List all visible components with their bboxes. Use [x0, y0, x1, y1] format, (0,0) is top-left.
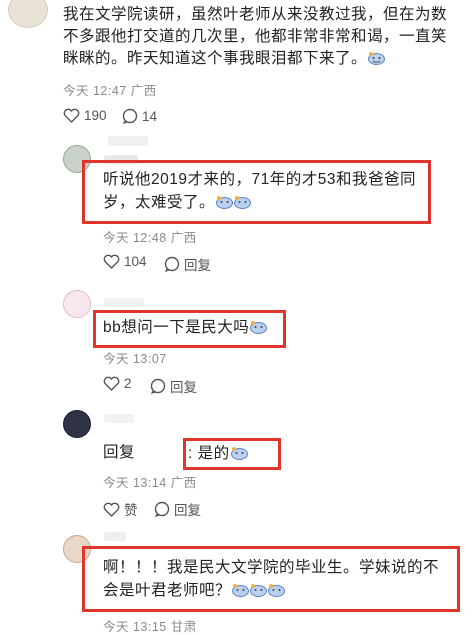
reply-text: 啊！！！我是民大文学院的毕业生。学妹说的不会是叶君老师吧？	[103, 559, 440, 599]
reply-label: 回复	[170, 380, 197, 395]
comment-icon	[122, 108, 138, 124]
reply-meta: 今天 13:14 广西	[103, 476, 197, 490]
emoji-icon	[250, 318, 268, 334]
reply-prefix: 回复	[103, 444, 136, 461]
comment-meta: 今天 12:47 广西	[63, 84, 157, 98]
username[interactable]	[104, 532, 126, 541]
heart-icon	[103, 502, 120, 517]
comment-icon	[154, 501, 170, 517]
avatar[interactable]	[63, 410, 91, 438]
emoji-icon	[368, 50, 386, 65]
reply-label: 回复	[174, 503, 201, 518]
reply-text: : 是的	[188, 442, 248, 465]
like-button[interactable]: 2	[103, 376, 132, 391]
emoji-icon	[268, 581, 286, 597]
comment-icon	[150, 378, 166, 394]
emoji-icon	[216, 193, 234, 209]
like-count: 2	[124, 376, 132, 391]
like-button[interactable]: 104	[103, 254, 147, 269]
reply-meta: 今天 13:15 甘肃	[103, 620, 197, 634]
username[interactable]	[108, 136, 148, 146]
username[interactable]	[104, 298, 144, 307]
reply-meta: 今天 12:48 广西	[103, 231, 197, 245]
like-count: 104	[124, 254, 147, 269]
comment-count: 14	[142, 108, 158, 124]
avatar[interactable]	[63, 290, 91, 318]
like-count: 190	[84, 108, 107, 123]
like-button[interactable]: 190	[63, 108, 107, 123]
heart-icon	[103, 376, 120, 391]
emoji-icon	[230, 444, 248, 460]
comment-icon	[164, 256, 180, 272]
emoji-icon	[234, 193, 252, 209]
avatar[interactable]	[8, 0, 48, 28]
like-label: 赞	[124, 503, 138, 518]
reply-text: 听说他2019才来的，71年的才53和我爸爸同岁，太难受了。	[103, 171, 416, 211]
reply-button[interactable]: 回复	[164, 254, 211, 274]
reply-label: 回复	[184, 258, 211, 273]
username[interactable]	[104, 414, 134, 423]
reply-meta: 今天 13:07	[103, 352, 167, 366]
emoji-icon	[250, 581, 268, 597]
heart-icon	[63, 108, 80, 123]
reply-text: bb想问一下是民大吗	[103, 316, 283, 339]
comment-button[interactable]: 14	[122, 108, 157, 124]
reply-button[interactable]: 回复	[154, 499, 201, 519]
heart-icon	[103, 254, 120, 269]
comment-text: 我在文学院读研，虽然叶老师从来没教过我，但在为数不多跟他打交道的几次里，他都非常…	[63, 6, 448, 67]
emoji-icon	[232, 581, 250, 597]
like-button[interactable]: 赞	[103, 499, 138, 519]
reply-button[interactable]: 回复	[150, 376, 197, 396]
